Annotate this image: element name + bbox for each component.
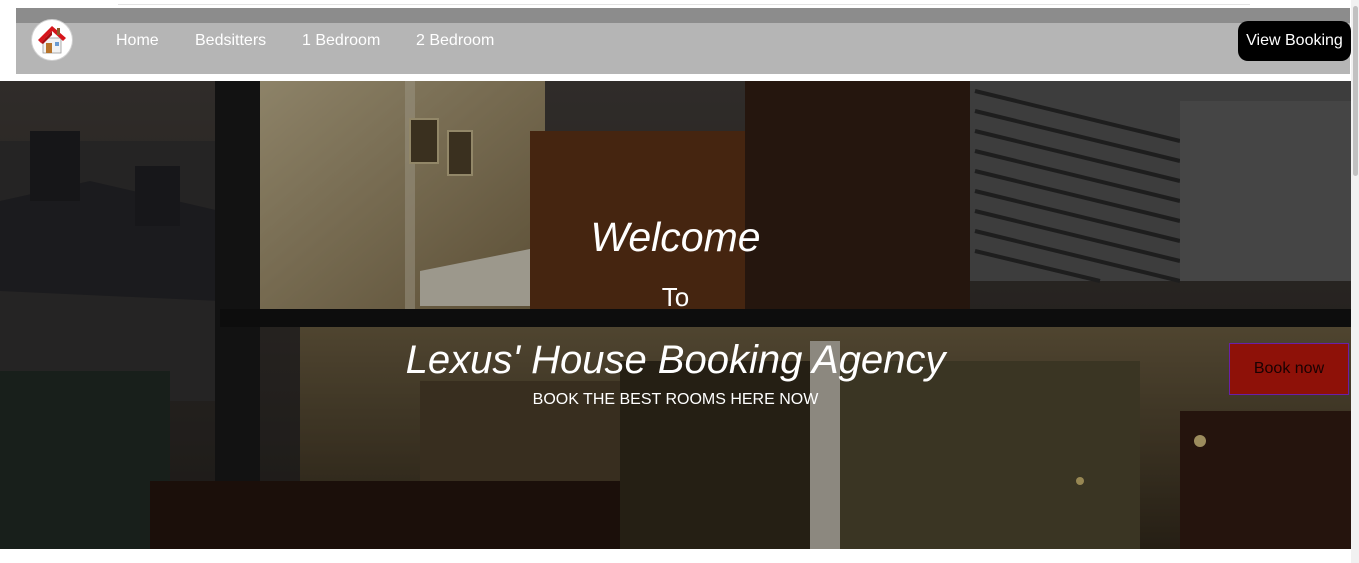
book-now-button[interactable]: Book now: [1229, 343, 1349, 395]
nav-link-1-bedroom[interactable]: 1 Bedroom: [302, 32, 380, 50]
house-icon[interactable]: [32, 20, 72, 60]
to-text: To: [661, 282, 690, 312]
top-strip: [118, 0, 1250, 5]
view-booking-button[interactable]: View Booking: [1238, 21, 1351, 61]
nav-link-bedsitters[interactable]: Bedsitters: [195, 32, 266, 50]
nav-link-home[interactable]: Home: [116, 32, 159, 50]
navbar: Home Bedsitters 1 Bedroom 2 Bedroom View…: [16, 8, 1351, 74]
nav-link-2-bedroom[interactable]: 2 Bedroom: [416, 32, 494, 50]
page: Home Bedsitters 1 Bedroom 2 Bedroom View…: [0, 0, 1359, 563]
scrollbar-thumb[interactable]: [1353, 6, 1358, 176]
scrollbar[interactable]: [1351, 0, 1359, 563]
agency-title: Lexus' House Booking Agency: [405, 338, 946, 382]
hero-overlay: [0, 81, 1351, 549]
tagline: BOOK THE BEST ROOMS HERE NOW: [532, 391, 819, 408]
navbar-top-band: [16, 8, 1350, 23]
hero-section: Welcome To Lexus' House Booking Agency B…: [0, 81, 1351, 549]
welcome-heading: Welcome: [590, 214, 761, 260]
